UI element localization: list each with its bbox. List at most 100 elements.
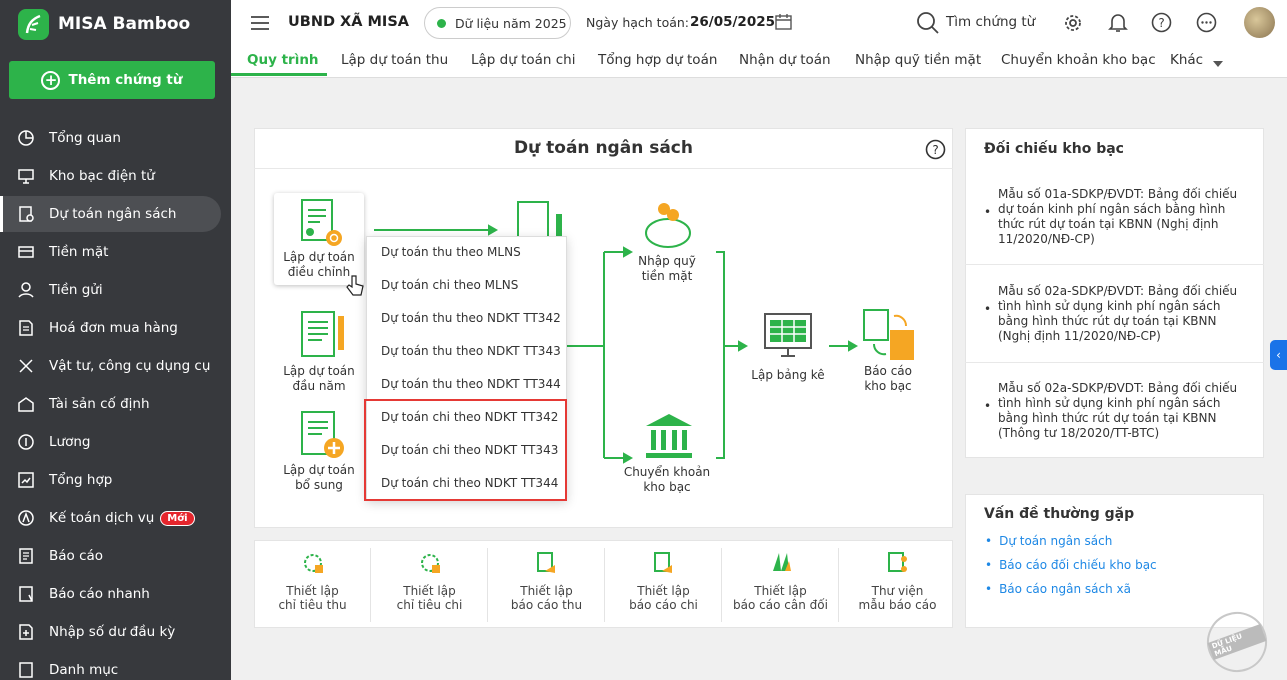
- tab-expense-estimate[interactable]: Lập dự toán chi: [471, 52, 575, 68]
- sidebar-item-deposit[interactable]: Tiền gửi: [3, 272, 221, 308]
- search-voucher-input[interactable]: Tìm chứng từ: [946, 14, 1035, 30]
- sidebar-item-label: Tiền mặt: [49, 244, 109, 260]
- org-name: UBND XÃ MISA: [288, 14, 409, 30]
- shortcut-label: Thiết lập báo cáo chi: [629, 584, 698, 612]
- issue-link[interactable]: Dự toán ngân sách: [985, 534, 1112, 548]
- salary-icon: [16, 433, 36, 451]
- sidebar-item-overview[interactable]: Tổng quan: [3, 120, 221, 156]
- sidebar-item-opening-balance[interactable]: Nhập số dư đầu kỳ: [3, 614, 221, 650]
- list-table-icon: [763, 312, 813, 362]
- chevron-down-icon[interactable]: [1213, 57, 1223, 72]
- cash-icon: [16, 243, 36, 261]
- help-icon[interactable]: ?: [1151, 12, 1172, 37]
- report-doc-icon: [488, 548, 605, 578]
- status-dot-icon: [437, 18, 446, 28]
- sidebar-item-label: Tổng hợp: [49, 472, 113, 488]
- shortcut-report-library[interactable]: Thư viện mẫu báo cáo: [839, 548, 956, 622]
- sidebar-item-salary[interactable]: Lương: [3, 424, 221, 460]
- add-voucher-button[interactable]: + Thêm chứng từ: [9, 61, 215, 99]
- issue-link[interactable]: Báo cáo đối chiếu kho bạc: [985, 558, 1157, 572]
- shortcut-label: Thiết lập báo cáo cân đối: [733, 584, 828, 612]
- sidebar-item-quick-report[interactable]: Báo cáo nhanh: [3, 576, 221, 612]
- divider: [965, 264, 1264, 265]
- tab-cash-receipt[interactable]: Nhập quỹ tiền mặt: [855, 52, 981, 68]
- sidebar-item-budget[interactable]: Dự toán ngân sách: [0, 196, 221, 232]
- sidebar-item-tools[interactable]: Vật tư, công cụ dụng cụ: [3, 348, 221, 384]
- divider: [965, 362, 1264, 363]
- report-icon: [16, 547, 36, 565]
- sidebar-item-e-treasury[interactable]: Kho bạc điện tử: [3, 158, 221, 194]
- shortcut-balance-report[interactable]: Thiết lập báo cáo cân đối: [722, 548, 839, 622]
- dropdown-item[interactable]: Dự toán chi theo MLNS: [381, 278, 518, 292]
- tab-estimate-summary[interactable]: Tổng hợp dự toán: [598, 52, 717, 68]
- sidebar-item-label: Báo cáo: [49, 548, 104, 564]
- sidebar-item-label: Báo cáo nhanh: [49, 586, 150, 602]
- gear-icon[interactable]: [1063, 13, 1083, 37]
- tab-receive-estimate[interactable]: Nhận dự toán: [739, 52, 831, 68]
- active-tab-indicator: [231, 73, 327, 76]
- sidebar-item-label: Kế toán dịch vụ: [49, 510, 155, 526]
- sidebar-item-invoice[interactable]: Hoá đơn mua hàng: [3, 310, 221, 346]
- sidebar-item-label: Dự toán ngân sách: [49, 206, 177, 222]
- reconcile-form-link[interactable]: Mẫu số 02a-SDKP/ĐVDT: Bảng đối chiếu tìn…: [978, 284, 1248, 344]
- sidebar-item-assets[interactable]: Tài sản cố định: [3, 386, 221, 422]
- sidebar-item-catalog[interactable]: Danh mục: [3, 652, 221, 680]
- avatar[interactable]: [1244, 7, 1275, 38]
- tab-process[interactable]: Quy trình: [247, 52, 319, 68]
- tab-revenue-estimate[interactable]: Lập dự toán thu: [341, 52, 448, 68]
- hamburger-menu-icon[interactable]: [251, 16, 269, 34]
- budget-supplement-icon: [300, 410, 350, 464]
- sidebar-item-label: Hoá đơn mua hàng: [49, 320, 178, 336]
- reconcile-form-link[interactable]: Mẫu số 02a-SDKP/ĐVDT: Bảng đối chiếu tìn…: [978, 381, 1248, 441]
- dropdown-item[interactable]: Dự toán thu theo NDKT TT343: [381, 344, 561, 358]
- shortcut-label: Thiết lập chỉ tiêu chi: [396, 584, 463, 612]
- flow-node-report-label: Báo cáo kho bạc: [863, 364, 913, 393]
- shortcut-expense-report[interactable]: Thiết lập báo cáo chi: [605, 548, 722, 622]
- shortcut-revenue-report[interactable]: Thiết lập báo cáo thu: [488, 548, 605, 622]
- tab-other[interactable]: Khác: [1170, 52, 1203, 68]
- catalog-icon: [16, 661, 36, 679]
- sidebar-item-label: Nhập số dư đầu kỳ: [49, 624, 176, 640]
- misa-logo-icon: [18, 9, 49, 40]
- help-icon[interactable]: ?: [925, 139, 946, 164]
- piggy-bank-icon: [640, 195, 696, 255]
- svg-text:?: ?: [932, 143, 938, 157]
- dropdown-item[interactable]: Dự toán thu theo MLNS: [381, 245, 521, 259]
- shortcut-expense-targets[interactable]: Thiết lập chỉ tiêu chi: [371, 548, 488, 622]
- reconcile-form-link[interactable]: Mẫu số 01a-SDKP/ĐVDT: Bảng đối chiếu dự …: [978, 187, 1248, 247]
- search-icon[interactable]: [916, 11, 940, 39]
- calendar-icon[interactable]: [775, 13, 792, 34]
- budget-start-icon: [300, 310, 350, 364]
- tools-icon: [16, 357, 36, 375]
- quick-report-icon: [16, 585, 36, 603]
- sidebar-item-label: Lương: [49, 434, 91, 450]
- tab-treasury-transfer[interactable]: Chuyển khoản kho bạc: [1001, 52, 1156, 68]
- bank-icon: [642, 410, 696, 466]
- flow-node-cash-label: Nhập quỹ tiền mặt: [638, 254, 696, 283]
- bell-icon[interactable]: [1108, 12, 1128, 38]
- sidebar-item-label: Danh mục: [49, 662, 119, 678]
- flow-node-start-label: Lập dự toán đầu năm: [283, 364, 355, 393]
- fiscal-year-selector[interactable]: Dữ liệu năm 2025: [424, 7, 571, 39]
- sidebar-item-summary[interactable]: Tổng hợp: [3, 462, 221, 498]
- posting-date-label: Ngày hạch toán:: [586, 15, 690, 30]
- opening-balance-icon: [16, 623, 36, 641]
- posting-date-value[interactable]: 26/05/2025: [690, 14, 775, 30]
- sidebar-item-cash[interactable]: Tiền mặt: [3, 234, 221, 270]
- monitor-icon: [16, 167, 36, 185]
- collapse-panel-button[interactable]: ‹: [1270, 340, 1287, 370]
- invoice-icon: [16, 319, 36, 337]
- summary-icon: [16, 471, 36, 489]
- flow-node-supplement-label: Lập dự toán bổ sung: [283, 463, 355, 492]
- flow-title: Dự toán ngân sách: [514, 138, 693, 158]
- asset-icon: [16, 395, 36, 413]
- gear-doc-icon: [254, 548, 371, 578]
- sidebar-item-service[interactable]: Kế toán dịch vụ Mới: [3, 500, 221, 536]
- dropdown-item[interactable]: Dự toán thu theo NDKT TT342: [381, 311, 561, 325]
- shortcut-revenue-targets[interactable]: Thiết lập chỉ tiêu thu: [254, 548, 371, 622]
- report-doc-icon: [605, 548, 722, 578]
- issue-link[interactable]: Báo cáo ngân sách xã: [985, 582, 1131, 596]
- dropdown-item[interactable]: Dự toán thu theo NDKT TT344: [381, 377, 561, 391]
- sidebar-item-report[interactable]: Báo cáo: [3, 538, 221, 574]
- more-options-icon[interactable]: [1196, 12, 1217, 37]
